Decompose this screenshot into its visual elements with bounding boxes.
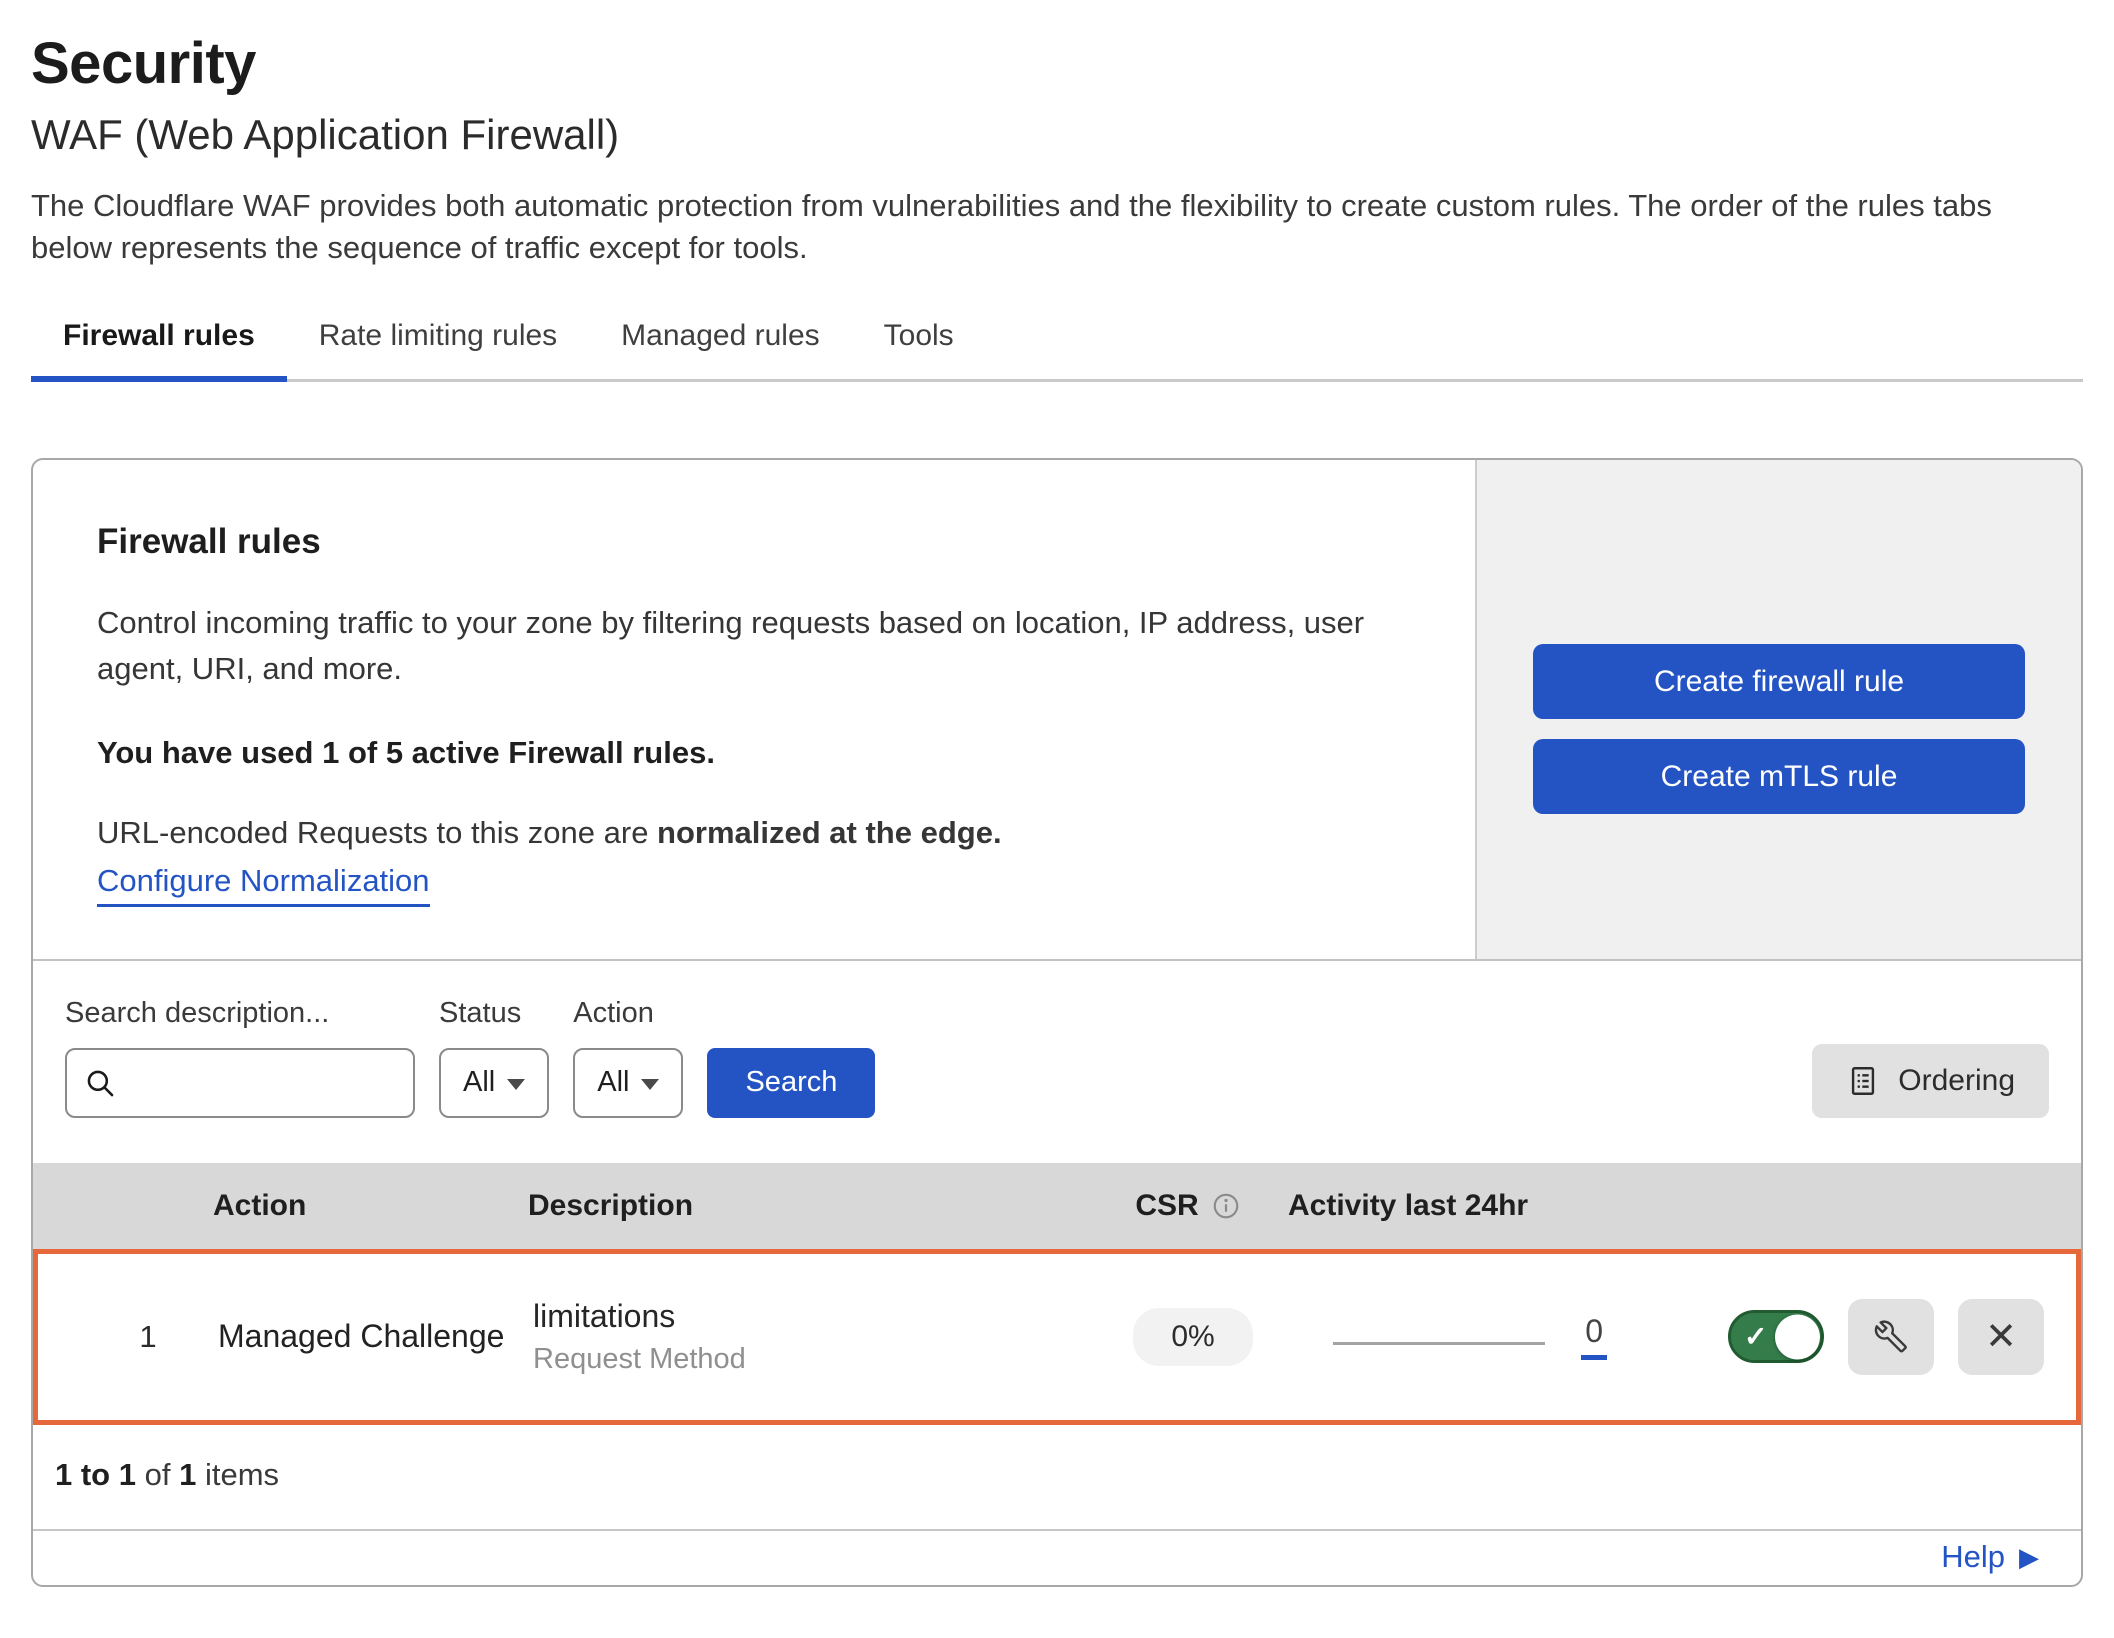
usage-summary: You have used 1 of 5 active Firewall rul…	[97, 735, 1411, 771]
normalization-note-bold: normalized at the edge.	[657, 815, 1002, 850]
ordering-button[interactable]: Ordering	[1812, 1044, 2049, 1118]
table-row: 1 Managed Challenge limitations Request …	[33, 1249, 2081, 1425]
search-box	[65, 1048, 415, 1118]
summary-items: items	[205, 1457, 279, 1492]
configure-normalization-link[interactable]: Configure Normalization	[97, 863, 430, 907]
activity-count-link[interactable]: 0	[1581, 1313, 1607, 1360]
rule-priority: 1	[38, 1319, 218, 1355]
search-button[interactable]: Search	[707, 1048, 875, 1118]
page-subtitle: WAF (Web Application Firewall)	[31, 111, 2083, 159]
help-row: Help ▶	[33, 1531, 2081, 1585]
toggle-knob	[1775, 1314, 1820, 1359]
overview-section: Firewall rules Control incoming traffic …	[33, 460, 2081, 961]
overview-actions-panel: Create firewall rule Create mTLS rule	[1475, 460, 2081, 959]
page-intro: The Cloudflare WAF provides both automat…	[31, 185, 2081, 269]
header-csr: CSR	[1088, 1189, 1288, 1223]
normalization-note: URL-encoded Requests to this zone are no…	[97, 815, 1411, 851]
close-icon: ✕	[1985, 1318, 2017, 1356]
tab-firewall-rules[interactable]: Firewall rules	[31, 307, 287, 379]
csr-badge: 0%	[1133, 1308, 1252, 1366]
arrow-right-icon: ▶	[2019, 1544, 2039, 1570]
pagination-summary: 1 to 1 of 1 items	[33, 1425, 2081, 1531]
search-icon	[83, 1066, 117, 1100]
header-activity: Activity last 24hr	[1288, 1189, 1628, 1223]
info-icon[interactable]	[1211, 1191, 1241, 1221]
page-title: Security	[31, 30, 2083, 97]
rule-expression-summary: Request Method	[533, 1343, 1093, 1376]
normalization-note-text: URL-encoded Requests to this zone are	[97, 815, 657, 850]
ordering-list-icon	[1846, 1064, 1880, 1098]
status-filter-label: Status	[439, 997, 549, 1030]
rules-tab-bar: Firewall rules Rate limiting rules Manag…	[31, 307, 2083, 382]
rule-description: limitations	[533, 1298, 1093, 1335]
delete-rule-button[interactable]: ✕	[1958, 1299, 2044, 1375]
rule-csr-cell: 0%	[1093, 1308, 1293, 1366]
activity-sparkline	[1333, 1342, 1545, 1345]
ordering-button-label: Ordering	[1898, 1064, 2015, 1098]
chevron-down-icon	[641, 1079, 659, 1090]
summary-total: 1	[179, 1457, 196, 1492]
overview-text-panel: Firewall rules Control incoming traffic …	[33, 460, 1475, 959]
header-csr-label: CSR	[1135, 1189, 1198, 1223]
filter-section: Search description... Status All	[33, 961, 2081, 1163]
rule-action: Managed Challenge	[218, 1318, 533, 1355]
rule-controls: ✓ ✕	[1633, 1299, 2076, 1375]
summary-range: 1 to 1	[55, 1457, 136, 1492]
rule-activity-cell: 0	[1293, 1313, 1633, 1360]
status-filter-value: All	[463, 1066, 495, 1099]
rule-enabled-toggle[interactable]: ✓	[1728, 1310, 1824, 1363]
action-filter-select[interactable]: All	[573, 1048, 683, 1118]
rules-table-header: Action Description CSR Activity last 24h…	[33, 1163, 2081, 1249]
wrench-icon	[1873, 1319, 1909, 1355]
tab-managed-rules[interactable]: Managed rules	[589, 307, 851, 379]
action-filter-group: Action All	[573, 997, 683, 1118]
search-field-group: Search description...	[65, 997, 415, 1118]
security-waf-page: Security WAF (Web Application Firewall) …	[0, 0, 2114, 1587]
overview-title: Firewall rules	[97, 522, 1411, 562]
header-description: Description	[528, 1189, 1088, 1223]
search-input[interactable]	[129, 1066, 397, 1099]
help-link-label: Help	[1941, 1539, 2005, 1575]
overview-description: Control incoming traffic to your zone by…	[97, 600, 1387, 693]
filter-controls: Search description... Status All	[65, 997, 875, 1118]
help-link[interactable]: Help ▶	[1941, 1539, 2039, 1575]
header-action: Action	[213, 1189, 528, 1223]
check-icon: ✓	[1744, 1323, 1767, 1351]
tab-tools[interactable]: Tools	[852, 307, 986, 379]
firewall-rules-card: Firewall rules Control incoming traffic …	[31, 458, 2083, 1587]
create-mtls-rule-button[interactable]: Create mTLS rule	[1533, 739, 2025, 814]
status-filter-group: Status All	[439, 997, 549, 1118]
rule-description-cell: limitations Request Method	[533, 1298, 1093, 1376]
action-filter-label: Action	[573, 997, 683, 1030]
chevron-down-icon	[507, 1079, 525, 1090]
action-filter-value: All	[597, 1066, 629, 1099]
create-firewall-rule-button[interactable]: Create firewall rule	[1533, 644, 2025, 719]
summary-of: of	[145, 1457, 171, 1492]
status-filter-select[interactable]: All	[439, 1048, 549, 1118]
edit-rule-button[interactable]	[1848, 1299, 1934, 1375]
search-field-label: Search description...	[65, 997, 415, 1030]
tab-rate-limiting-rules[interactable]: Rate limiting rules	[287, 307, 589, 379]
